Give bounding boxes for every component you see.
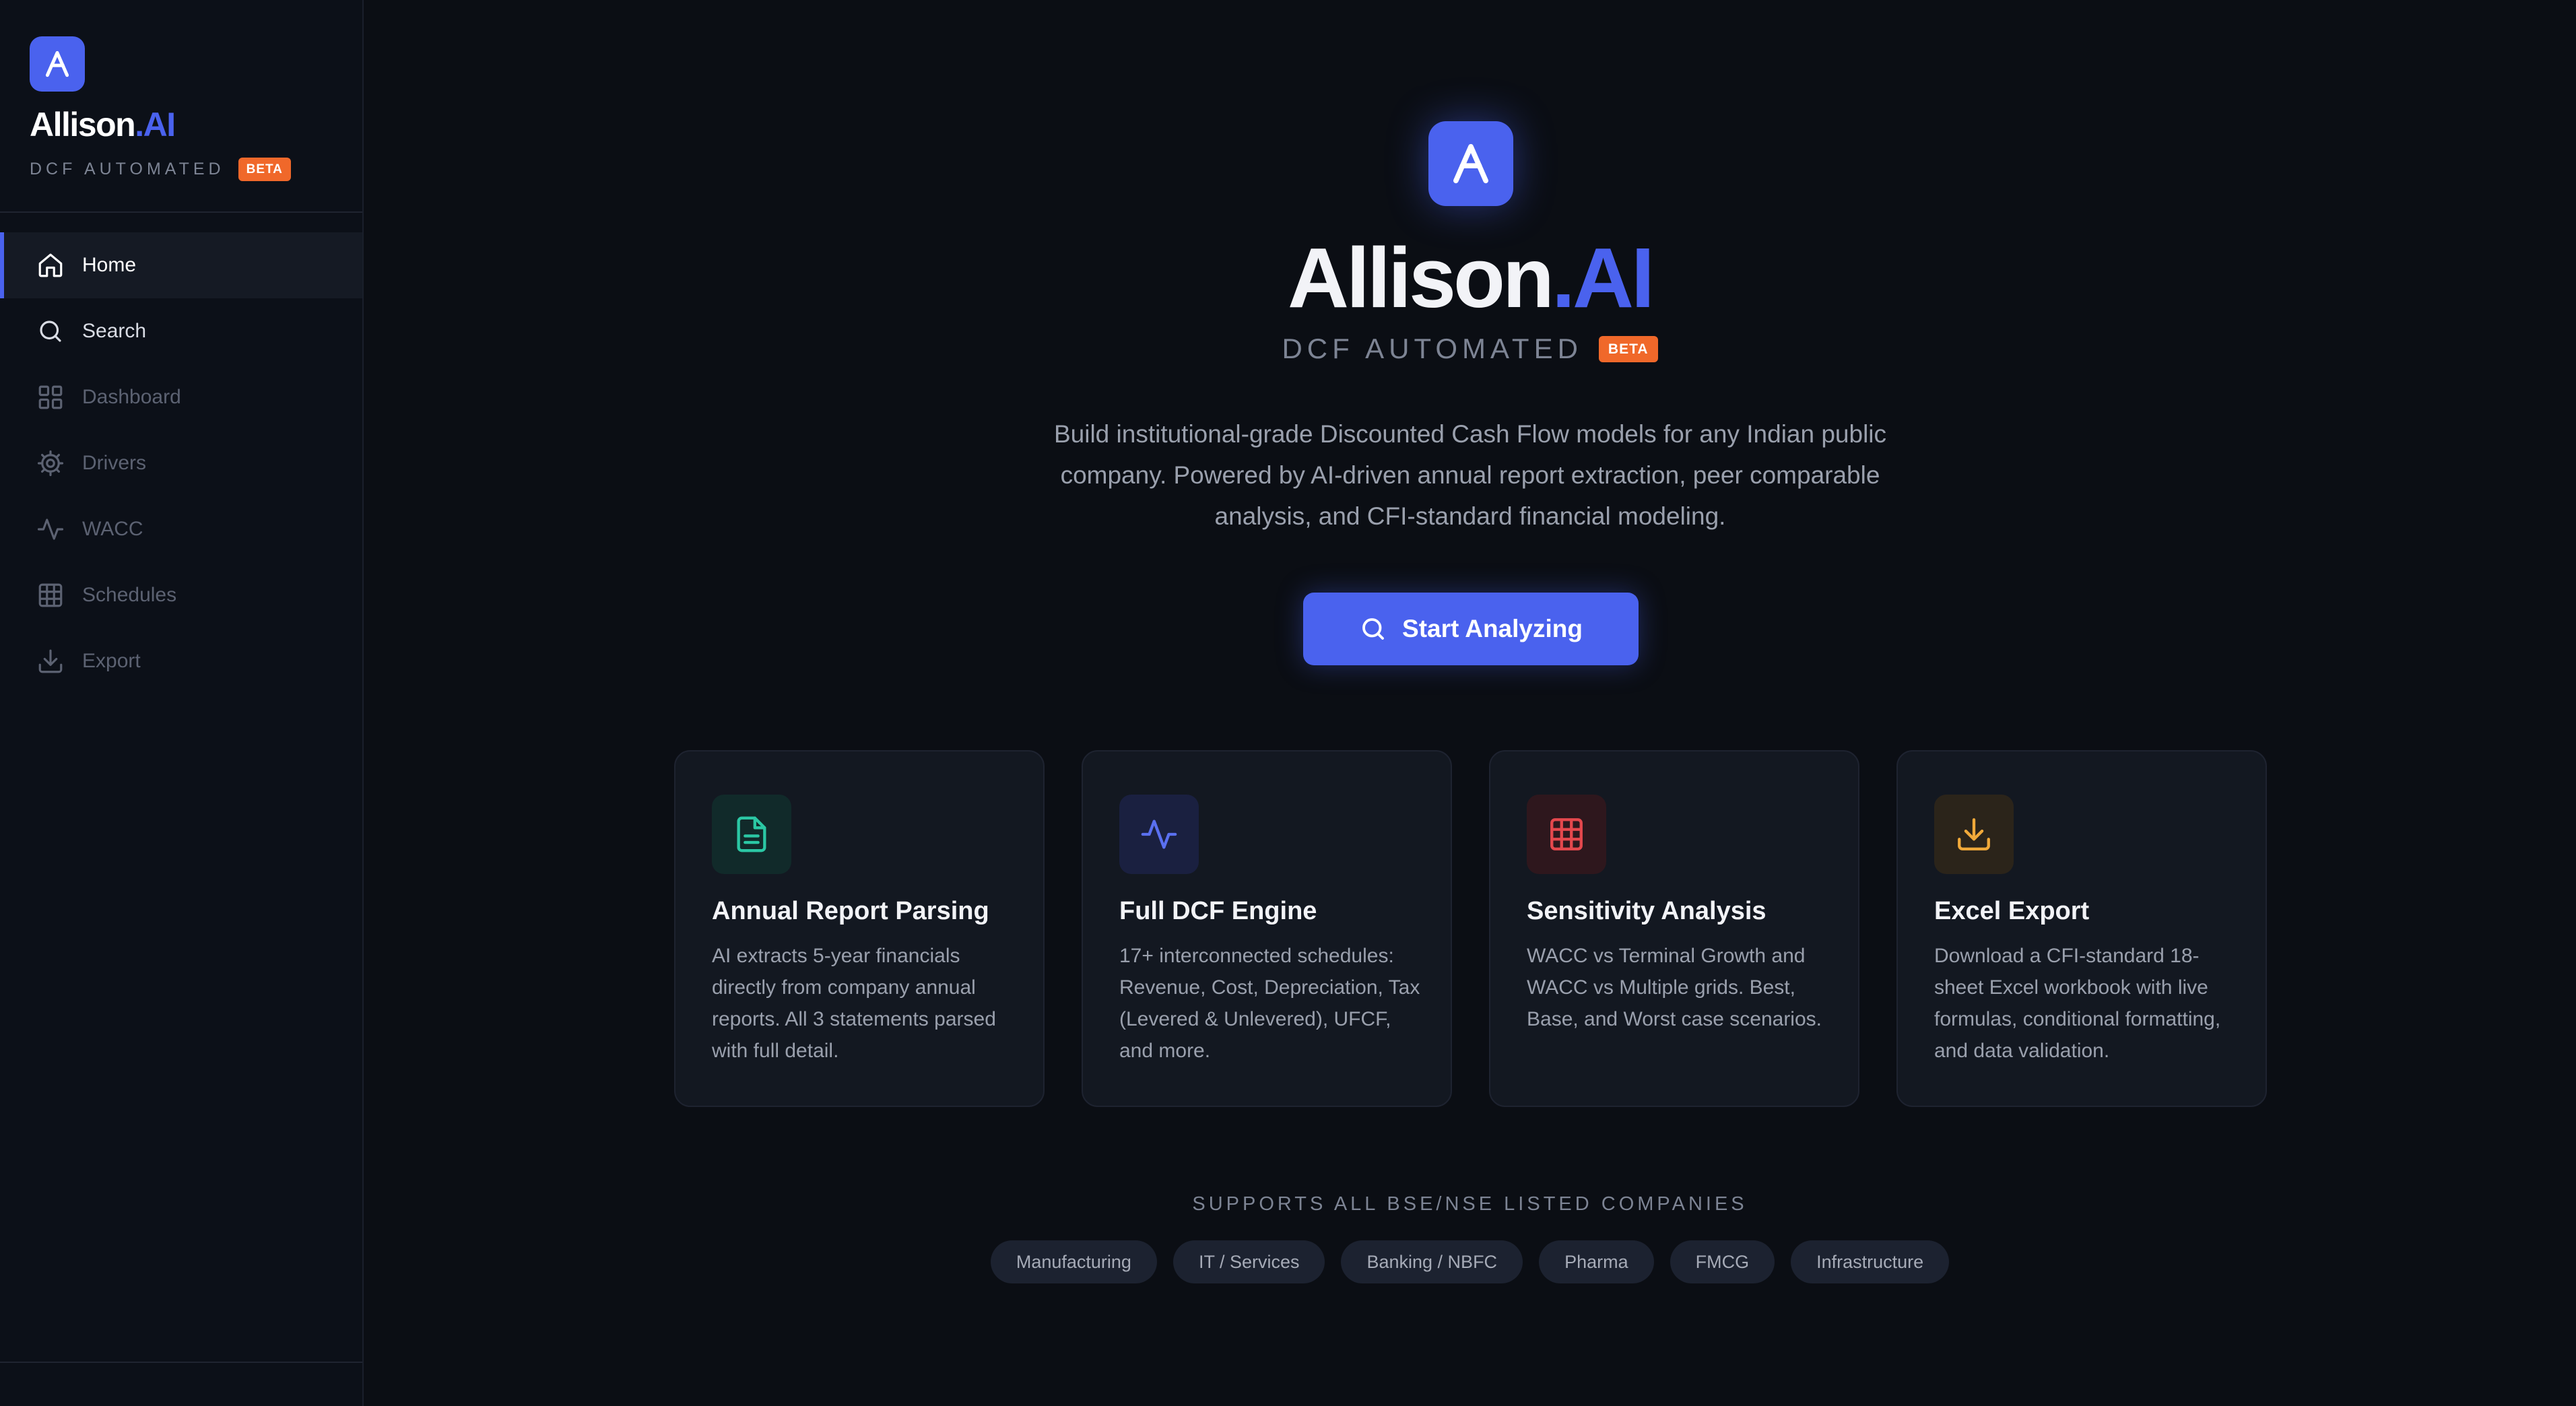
- dashboard-grid-icon: [38, 385, 63, 409]
- sidebar-item-drivers[interactable]: Drivers: [0, 430, 362, 496]
- sidebar-brand-name: Allison.AI: [30, 106, 176, 143]
- home-icon: [38, 253, 63, 277]
- table-grid-icon: [38, 583, 63, 607]
- sidebar-item-label: Search: [82, 320, 147, 342]
- sidebar-item-dashboard[interactable]: Dashboard: [0, 364, 362, 430]
- pulse-icon: [37, 518, 64, 540]
- sidebar-item-export[interactable]: Export: [0, 628, 362, 694]
- tagline-text: DCF AUTOMATED: [30, 160, 225, 178]
- sidebar-item-label: Home: [82, 254, 137, 276]
- sidebar-item-label: WACC: [82, 518, 143, 540]
- download-icon: [1958, 818, 1990, 850]
- feature-description: 17+ interconnected schedules: Revenue, C…: [1119, 945, 1420, 1062]
- feature-title: Sensitivity Analysis: [1527, 897, 1766, 925]
- feature-icon-box: [1527, 795, 1606, 874]
- hero-title: Allison.AI: [364, 236, 2576, 321]
- sector-chip[interactable]: Banking / NBFC: [1341, 1240, 1523, 1283]
- sidebar-bottom-divider: [0, 1362, 362, 1363]
- feature-description: AI extracts 5-year financials directly f…: [712, 945, 996, 1062]
- main-content: Allison.AI DCF AUTOMATED BETA Build inst…: [364, 0, 2576, 1406]
- hero-title-suffix: .AI: [1552, 230, 1655, 325]
- brand-suffix-text: .AI: [135, 106, 176, 143]
- feature-title: Excel Export: [1934, 897, 2090, 925]
- sidebar-item-search[interactable]: Search: [0, 298, 362, 364]
- document-icon: [737, 816, 766, 852]
- feature-card-sensitivity: Sensitivity Analysis WACC vs Terminal Gr…: [1489, 750, 1859, 1107]
- pulse-icon: [1141, 819, 1177, 849]
- feature-card-dcf-engine: Full DCF Engine 17+ interconnected sched…: [1082, 750, 1452, 1107]
- sector-chip[interactable]: Pharma: [1539, 1240, 1654, 1283]
- allison-logo-icon[interactable]: [30, 36, 85, 92]
- search-icon: [40, 321, 61, 342]
- hero-beta-badge: BETA: [1598, 335, 1658, 362]
- feature-title: Full DCF Engine: [1119, 897, 1317, 925]
- download-icon: [38, 649, 63, 673]
- hero-title-name: Allison: [1287, 230, 1554, 325]
- feature-description: Download a CFI-standard 18-sheet Excel w…: [1934, 945, 2221, 1062]
- start-analyzing-button[interactable]: Start Analyzing: [1303, 593, 1639, 665]
- beta-badge: BETA: [238, 158, 291, 181]
- sidebar-item-label: Drivers: [82, 452, 146, 474]
- gear-icon: [37, 450, 64, 477]
- sector-chip[interactable]: Manufacturing: [990, 1240, 1157, 1283]
- sidebar-nav: Home Search Dashboard Drivers WACC Sched…: [0, 232, 362, 694]
- feature-card-excel-export: Excel Export Download a CFI-standard 18-…: [1896, 750, 2267, 1107]
- sector-chips: Manufacturing IT / Services Banking / NB…: [364, 1240, 2576, 1283]
- sidebar-item-schedules[interactable]: Schedules: [0, 562, 362, 628]
- feature-icon-box: [1119, 795, 1199, 874]
- app-root: Allison.AI DCF AUTOMATED BETA Home Searc…: [0, 0, 2576, 1406]
- sidebar-divider: [0, 211, 362, 213]
- sidebar-tagline: DCF AUTOMATED BETA: [30, 158, 291, 181]
- sidebar: Allison.AI DCF AUTOMATED BETA Home Searc…: [0, 0, 364, 1406]
- hero-tagline-text: DCF AUTOMATED: [1282, 333, 1583, 364]
- feature-icon-box: [712, 795, 791, 874]
- supports-heading: SUPPORTS ALL BSE/NSE LISTED COMPANIES: [1192, 1193, 1748, 1215]
- sidebar-item-label: Schedules: [82, 584, 177, 606]
- sidebar-item-label: Dashboard: [82, 386, 181, 408]
- sector-chip[interactable]: Infrastructure: [1791, 1240, 1950, 1283]
- brand-name-text: Allison: [30, 106, 136, 143]
- feature-icon-box: [1934, 795, 2014, 874]
- sidebar-item-home[interactable]: Home: [0, 232, 362, 298]
- hero-tagline: DCF AUTOMATED BETA: [364, 333, 2576, 365]
- sector-chip[interactable]: IT / Services: [1173, 1240, 1325, 1283]
- feature-description: WACC vs Terminal Growth and WACC vs Mult…: [1527, 945, 1822, 1030]
- sidebar-item-wacc[interactable]: WACC: [0, 496, 362, 562]
- hero-description: Build institutional-grade Discounted Cas…: [1053, 420, 1887, 530]
- sector-chip[interactable]: FMCG: [1670, 1240, 1775, 1283]
- feature-card-annual-report: Annual Report Parsing AI extracts 5-year…: [674, 750, 1045, 1107]
- table-grid-icon: [1550, 818, 1583, 850]
- start-analyzing-label: Start Analyzing: [1402, 615, 1583, 642]
- search-icon: [1362, 618, 1384, 640]
- feature-title: Annual Report Parsing: [712, 897, 989, 925]
- sidebar-item-label: Export: [82, 650, 141, 672]
- hero-logo-icon: [1428, 121, 1513, 206]
